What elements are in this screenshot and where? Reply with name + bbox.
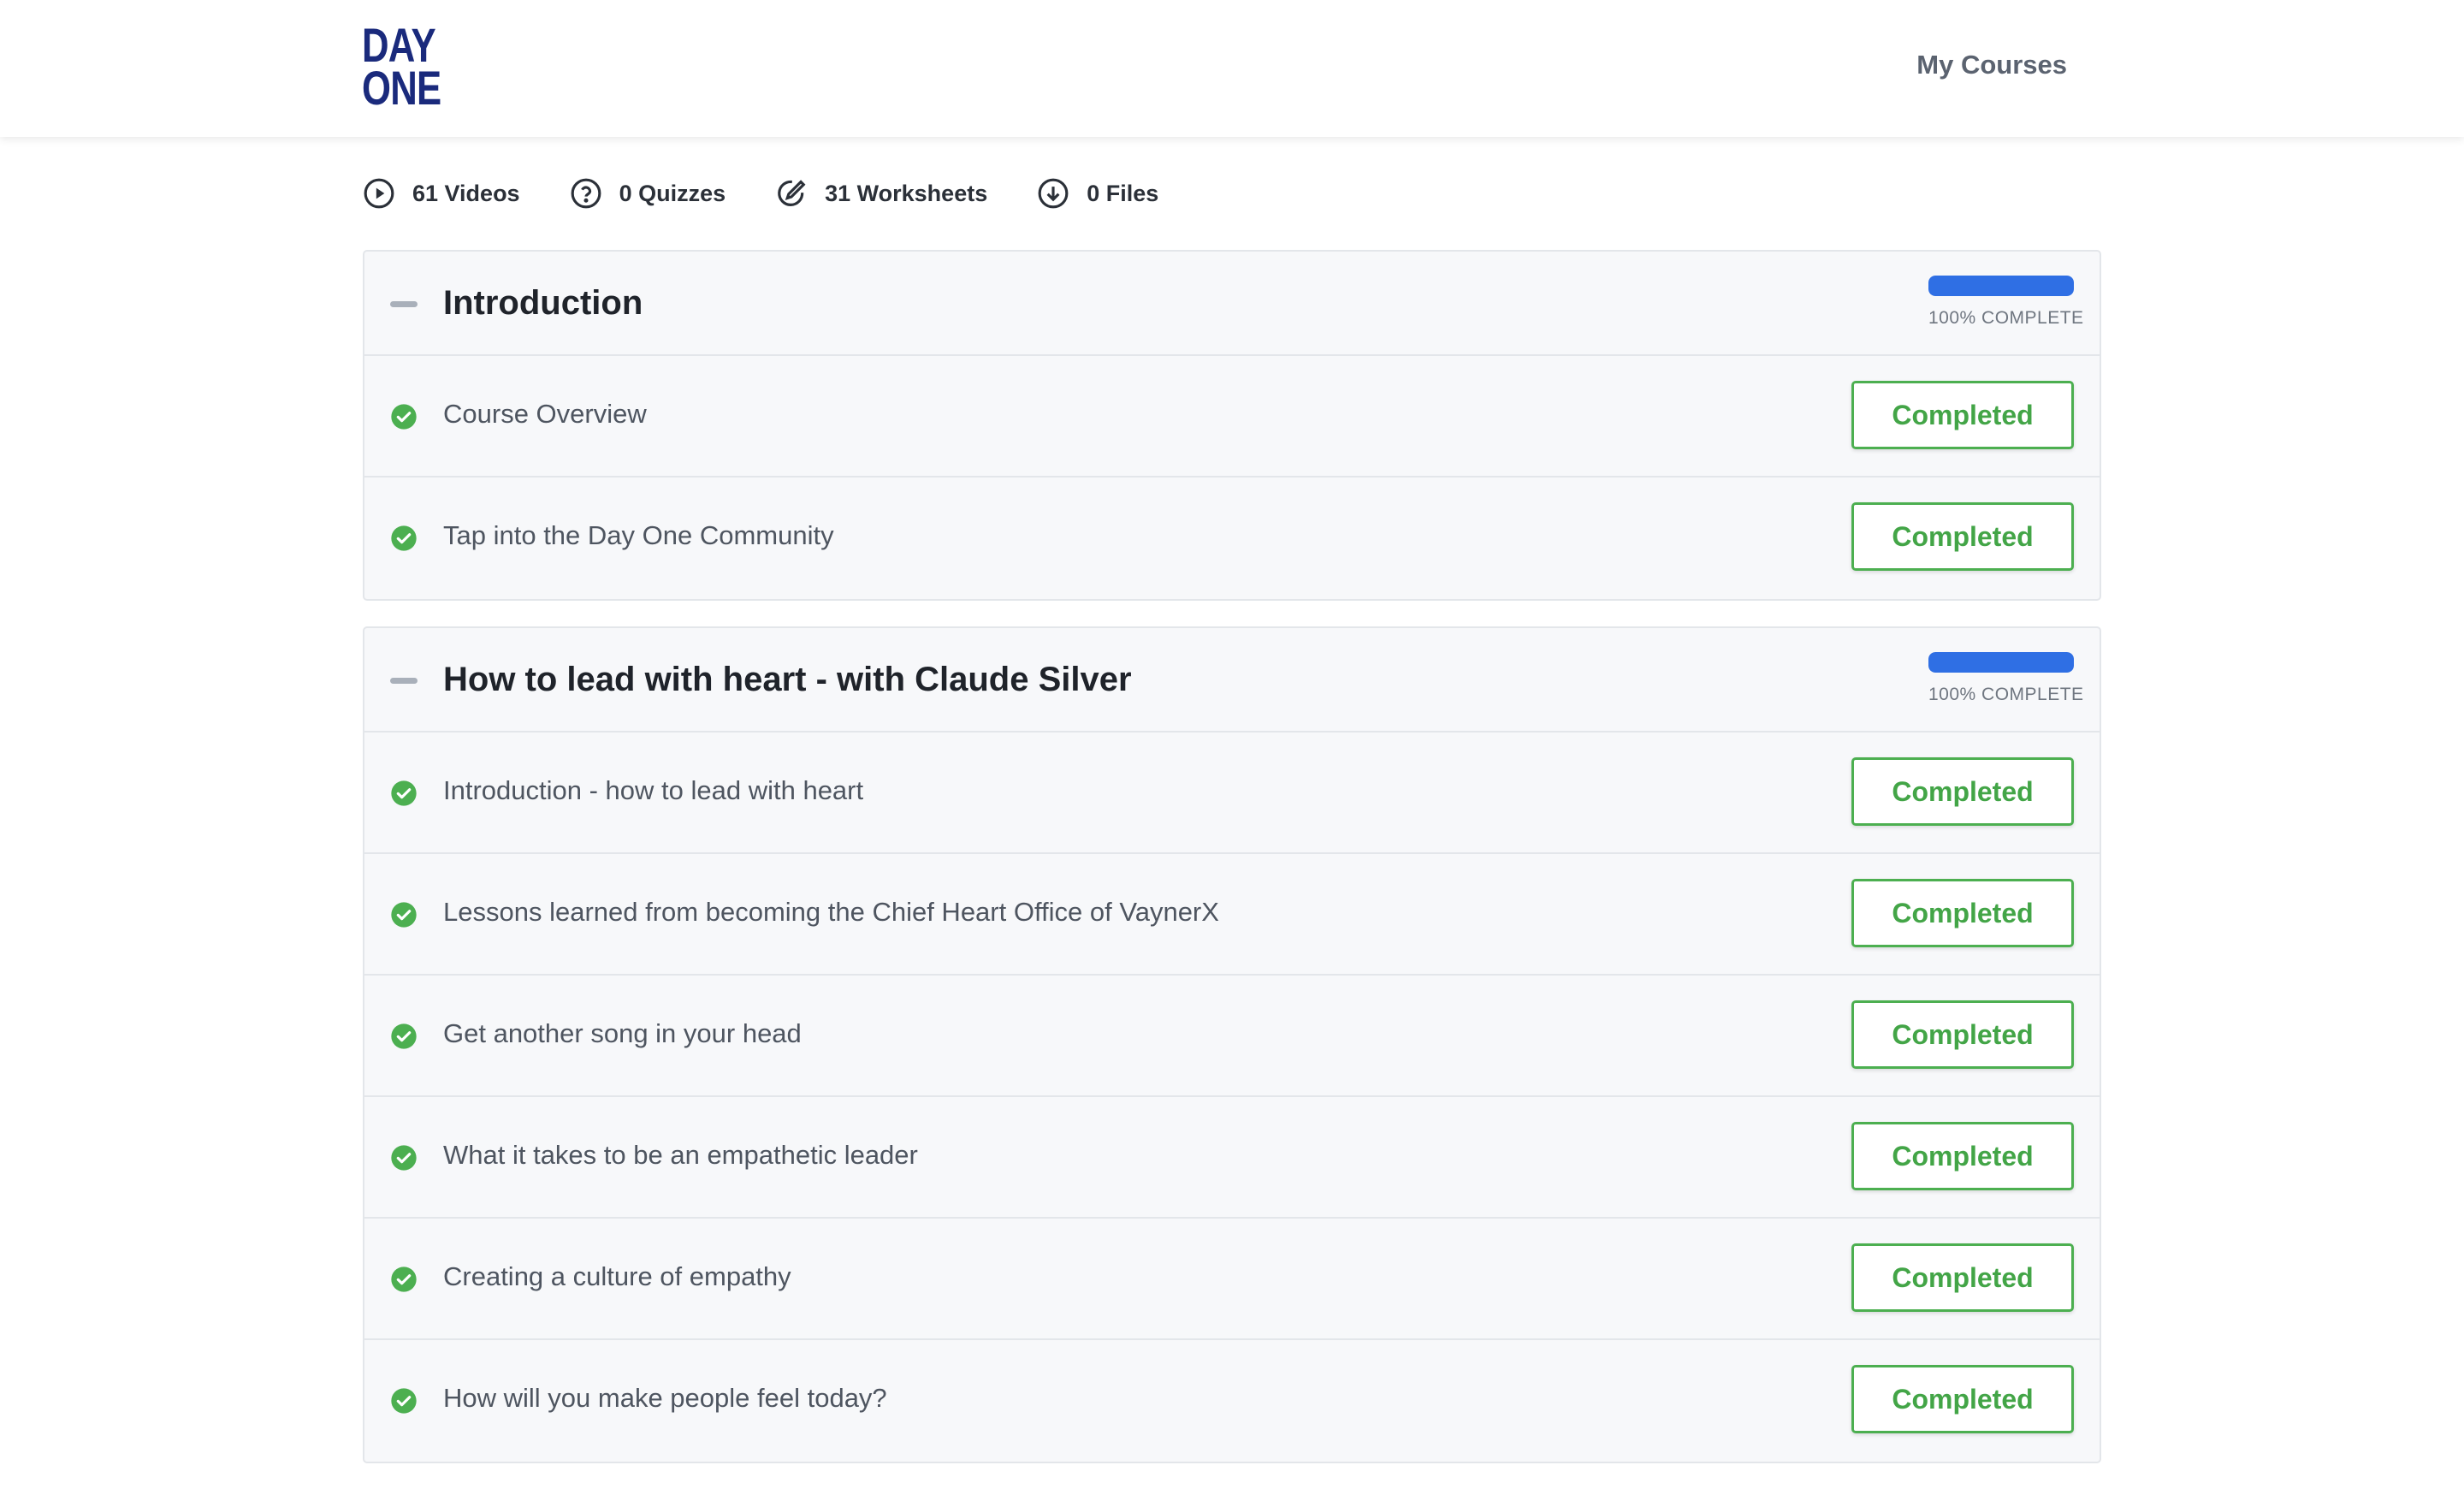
section-header[interactable]: How to lead with heart - with Claude Sil… (364, 628, 2100, 733)
collapse-minus-icon[interactable] (390, 301, 418, 307)
check-circle-icon (391, 525, 417, 551)
check-circle-icon (391, 780, 417, 806)
progress-label: 100% COMPLETE (1928, 308, 2084, 328)
download-circle-icon (1038, 178, 1069, 209)
course-stats: 61 Videos 0 Quizzes 31 Worksheets 0 File… (363, 137, 2101, 250)
lesson-title[interactable]: Course Overview (443, 399, 647, 430)
stat-quizzes-label: 0 Quizzes (619, 180, 726, 206)
check-circle-icon (391, 1145, 417, 1171)
lesson-row[interactable]: What it takes to be an empathetic leader… (364, 1097, 2100, 1219)
stat-worksheets: 31 Worksheets (775, 177, 987, 210)
section-title: How to lead with heart - with Claude Sil… (443, 661, 1132, 698)
lesson-title[interactable]: Creating a culture of empathy (443, 1261, 791, 1292)
progress-fill (1928, 276, 2074, 296)
course-curriculum: 61 Videos 0 Quizzes 31 Worksheets 0 File… (363, 137, 2101, 1489)
stat-videos-label: 61 Videos (412, 180, 520, 206)
lesson-row[interactable]: Tap into the Day One Community Completed (364, 478, 2100, 599)
check-circle-icon (391, 1023, 417, 1049)
section-header[interactable]: Introduction 100% COMPLETE (364, 252, 2100, 356)
stat-files: 0 Files (1037, 177, 1158, 210)
progress-track (1928, 652, 2074, 673)
progress-label: 100% COMPLETE (1928, 685, 2084, 704)
lesson-row[interactable]: Lessons learned from becoming the Chief … (364, 854, 2100, 976)
stat-files-label: 0 Files (1087, 180, 1159, 206)
lesson-title[interactable]: Introduction - how to lead with heart (443, 775, 863, 806)
lesson-row[interactable]: Introduction - how to lead with heart Co… (364, 733, 2100, 854)
day-one-logo[interactable]: DAY ONE (362, 21, 441, 115)
top-header: DAY ONE My Courses (0, 0, 2464, 137)
collapse-minus-icon[interactable] (390, 678, 418, 684)
check-circle-icon (391, 1267, 417, 1292)
check-circle-icon (391, 404, 417, 430)
stat-quizzes: 0 Quizzes (570, 177, 726, 210)
logo-line-2: ONE (362, 61, 441, 115)
lesson-row[interactable]: Creating a culture of empathy Completed (364, 1219, 2100, 1340)
section-progress: 100% COMPLETE (1928, 652, 2084, 705)
section-title: Introduction (443, 284, 643, 322)
completed-button[interactable]: Completed (1851, 757, 2074, 826)
completed-button[interactable]: Completed (1851, 502, 2074, 571)
lesson-row[interactable]: Get another song in your head Completed (364, 976, 2100, 1097)
pencil-circle-icon (778, 180, 806, 206)
section-lead-with-heart: How to lead with heart - with Claude Sil… (363, 626, 2101, 1463)
lesson-title[interactable]: Get another song in your head (443, 1018, 802, 1049)
check-circle-icon (391, 902, 417, 928)
stat-videos: 61 Videos (363, 177, 520, 210)
play-circle-icon (364, 178, 394, 209)
check-circle-icon (391, 1388, 417, 1414)
lesson-title[interactable]: Lessons learned from becoming the Chief … (443, 897, 1219, 928)
lesson-title[interactable]: Tap into the Day One Community (443, 520, 834, 551)
progress-fill (1928, 652, 2074, 673)
lesson-title[interactable]: What it takes to be an empathetic leader (443, 1140, 918, 1171)
section-introduction: Introduction 100% COMPLETE Course Overvi… (363, 250, 2101, 601)
completed-button[interactable]: Completed (1851, 879, 2074, 947)
completed-button[interactable]: Completed (1851, 381, 2074, 449)
lesson-row[interactable]: How will you make people feel today? Com… (364, 1340, 2100, 1462)
completed-button[interactable]: Completed (1851, 1122, 2074, 1190)
my-courses-link[interactable]: My Courses (1916, 50, 2067, 80)
lesson-row[interactable]: Course Overview Completed (364, 356, 2100, 478)
section-progress: 100% COMPLETE (1928, 276, 2084, 329)
progress-track (1928, 276, 2074, 296)
lesson-title[interactable]: How will you make people feel today? (443, 1383, 887, 1414)
completed-button[interactable]: Completed (1851, 1365, 2074, 1433)
stat-worksheets-label: 31 Worksheets (825, 180, 988, 206)
question-circle-icon (571, 178, 601, 209)
completed-button[interactable]: Completed (1851, 1243, 2074, 1312)
completed-button[interactable]: Completed (1851, 1000, 2074, 1069)
